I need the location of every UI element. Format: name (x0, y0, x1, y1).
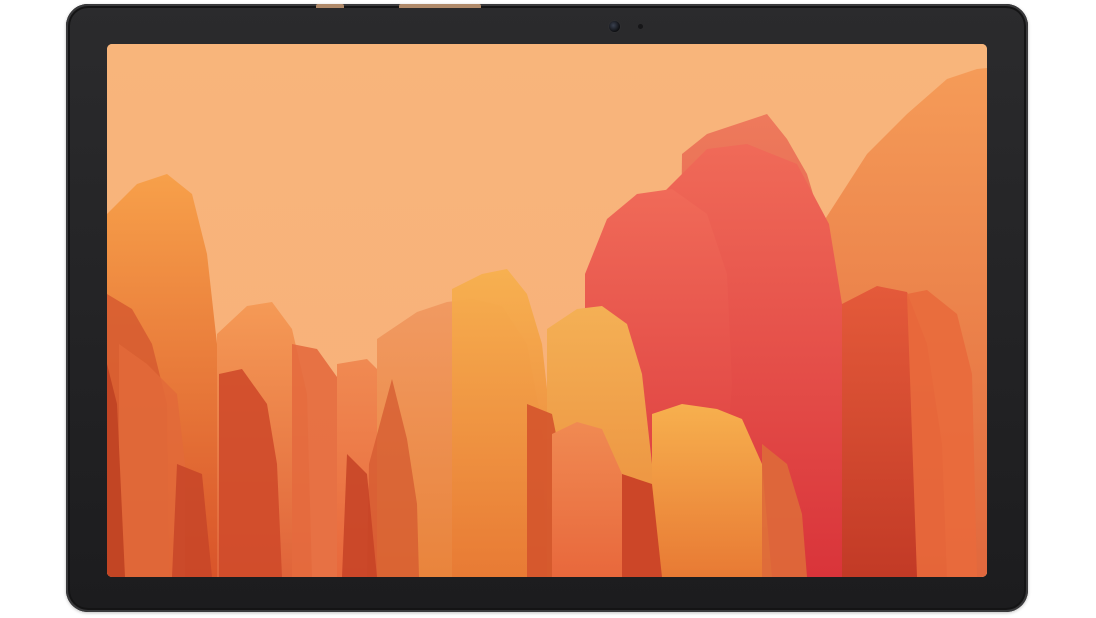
power-button (399, 4, 481, 8)
product-image (0, 0, 1096, 618)
light-sensor-icon (638, 24, 643, 29)
front-camera-icon (609, 21, 620, 32)
volume-button (316, 4, 344, 8)
wallpaper-illustration (107, 44, 987, 577)
tablet-screen (107, 44, 987, 577)
